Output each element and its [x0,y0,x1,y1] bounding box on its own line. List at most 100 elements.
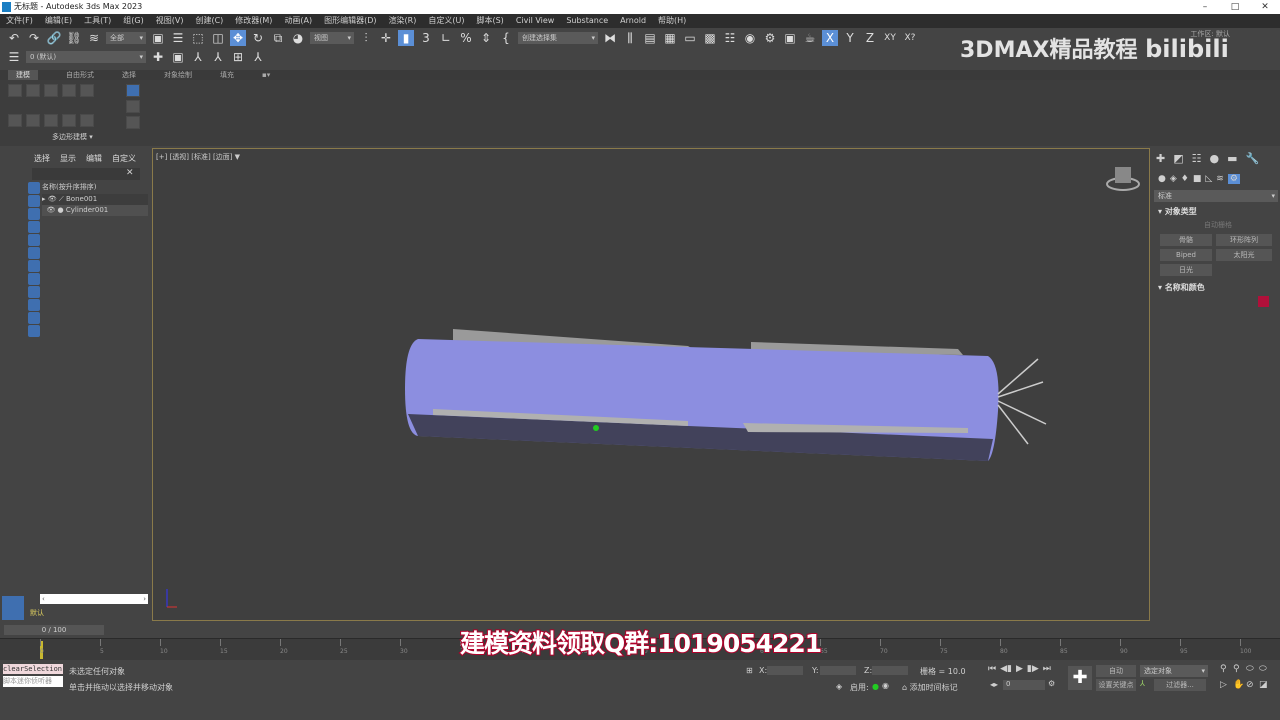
select-layer-icon[interactable]: ▣ [170,49,186,65]
spacewarps-icon[interactable]: ≋ [1216,174,1224,184]
go-to-end-icon[interactable]: ⏭ [1043,664,1051,674]
place-icon[interactable]: ◕ [290,30,306,46]
zoom-icon[interactable]: ⚲ [1220,664,1233,674]
biped-icon[interactable]: ⊞ [230,49,246,65]
filter-bones-icon[interactable] [28,286,40,298]
maxscript-mini-input[interactable]: 脚本迷你侦听器 [3,676,63,687]
key-filter-dropdown[interactable]: 选定对象 [1140,665,1208,677]
filter-helpers-icon[interactable] [28,234,40,246]
key-mode-icon[interactable]: ◂▸ [990,680,998,689]
menu-item[interactable]: 创建(C) [195,14,223,28]
explorer-tab-select[interactable]: 选择 [34,153,50,164]
hierarchy-tab-icon[interactable]: ☷ [1192,152,1202,165]
snap-toggle-icon[interactable]: 3 [418,30,434,46]
orbit-icon[interactable]: ⊘ [1246,680,1259,690]
fov-icon[interactable]: ▷ [1220,680,1233,690]
menu-item[interactable]: 图形编辑器(D) [324,14,376,28]
play-icon[interactable]: ▶ [1016,664,1023,674]
layer-dropdown[interactable]: 0 (默认) [26,51,146,63]
zoom-all-icon[interactable]: ⚲ [1233,664,1246,674]
ribbon-tool-button[interactable] [62,114,76,127]
filter-geometry-icon[interactable] [28,182,40,194]
enabled-indicator-icon[interactable]: ● [872,682,879,691]
name-color-rollout[interactable]: ▾ 名称和颜色 [1158,282,1205,293]
shapes-icon[interactable]: ◈ [1170,174,1177,184]
tab-freeform[interactable]: 自由形式 [66,70,94,80]
maxscript-listener-field[interactable]: clearSelection [3,664,63,674]
percent-snap-icon[interactable]: % [458,30,474,46]
add-time-tag-icon[interactable]: ⌂ 添加时间标记 [902,682,958,693]
menu-item[interactable]: 脚本(S) [476,14,503,28]
undo-icon[interactable]: ↶ [6,30,22,46]
ribbon-tool-button[interactable] [8,84,22,97]
display-tab-icon[interactable]: ▬ [1227,152,1237,165]
menu-item[interactable]: Substance [566,14,608,28]
tab-modeling[interactable]: 建模 [8,70,38,80]
ribbon-tool-button[interactable] [80,84,94,97]
menu-item[interactable]: 组(G) [123,14,143,28]
select-by-name-icon[interactable]: ☰ [170,30,186,46]
filter-groups-icon[interactable] [28,260,40,272]
menu-item[interactable]: 编辑(E) [45,14,72,28]
angle-snap-icon[interactable]: ∟ [438,30,454,46]
menu-item[interactable]: 工具(T) [84,14,111,28]
perspective-viewport[interactable]: [+] [透视] [标准] [边面] ▼ [152,148,1150,621]
select-rotate-icon[interactable]: ↻ [250,30,266,46]
name-column-header[interactable]: 名称(按升序排序) [42,182,148,193]
add-layer-icon[interactable]: ✚ [150,49,166,65]
y-coord-input[interactable] [820,666,856,675]
object-type-rollout[interactable]: ▾ 对象类型 [1158,206,1197,217]
filter-hidden-icon[interactable] [28,325,40,337]
filter-containers-icon[interactable] [28,299,40,311]
layer-explorer-icon[interactable]: ☰ [6,49,22,65]
set-key-mode-button[interactable]: 设置关键点 [1096,679,1136,691]
schematic-icon[interactable]: ☷ [722,30,738,46]
render-setup-icon[interactable]: ⚙ [762,30,778,46]
list-item[interactable]: ▸ 👁 ⟋ Bone001 [42,194,148,205]
biped-button[interactable]: Biped [1160,249,1212,261]
named-selection-dropdown[interactable]: 创建选择集 [518,32,598,44]
ribbon-tool-button[interactable] [8,114,22,127]
ribbon-tool-button[interactable] [126,100,140,113]
next-frame-icon[interactable]: ▮▶ [1027,664,1039,674]
select-move-icon[interactable]: ✥ [230,30,246,46]
spinner-snap-icon[interactable]: ⇕ [478,30,494,46]
layer-manager-icon[interactable]: ▤ [642,30,658,46]
menu-item[interactable]: 修改器(M) [235,14,272,28]
axis-cycle-button[interactable]: X? [902,30,918,46]
menu-item[interactable]: 自定义(U) [428,14,464,28]
isolate-selection-icon[interactable]: ⊞ [746,666,753,675]
link-icon[interactable]: 🔗 [46,30,62,46]
tab-object-paint[interactable]: 对象绘制 [164,70,192,80]
motion-tab-icon[interactable]: ● [1210,152,1220,165]
object-color-swatch[interactable] [1258,296,1269,307]
explorer-tab-edit[interactable]: 编辑 [86,153,102,164]
filter-xrefs-icon[interactable] [28,273,40,285]
zoom-extents-icon[interactable]: ⬭ [1246,664,1259,674]
menu-item[interactable]: 视图(V) [156,14,184,28]
minimize-button[interactable]: – [1190,0,1220,14]
rect-selection-icon[interactable]: ⬚ [190,30,206,46]
tab-populate[interactable]: 填充 [220,70,234,80]
bone-tools-icon[interactable]: ⅄ [190,49,206,65]
explorer-search-input[interactable] [32,168,140,180]
window-crossing-icon[interactable]: ◫ [210,30,226,46]
create-tab-icon[interactable]: ✚ [1156,152,1165,165]
filter-spacewarps-icon[interactable] [28,247,40,259]
render-frame-icon[interactable]: ▣ [782,30,798,46]
geometry-icon[interactable]: ● [1158,174,1166,184]
ribbon-tool-button[interactable] [26,114,40,127]
auto-key-button[interactable]: 自动 [1096,665,1136,677]
ribbon-tool-button[interactable] [44,114,58,127]
frame-counter[interactable]: 0 / 100 [4,625,104,635]
ribbon-options-icon[interactable]: ▪▾ [262,70,270,80]
reference-coord-dropdown[interactable]: 视图 [310,32,354,44]
clear-search-icon[interactable]: ✕ [126,168,134,178]
filter-cameras-icon[interactable] [28,221,40,233]
close-button[interactable]: ✕ [1250,0,1280,14]
category-dropdown[interactable]: 标准 [1154,190,1278,202]
maximize-viewport-icon[interactable]: ◪ [1259,680,1272,690]
menu-item[interactable]: 渲染(R) [389,14,417,28]
explorer-tab-customize[interactable]: 自定义 [112,153,136,164]
menu-item[interactable]: 动画(A) [284,14,312,28]
